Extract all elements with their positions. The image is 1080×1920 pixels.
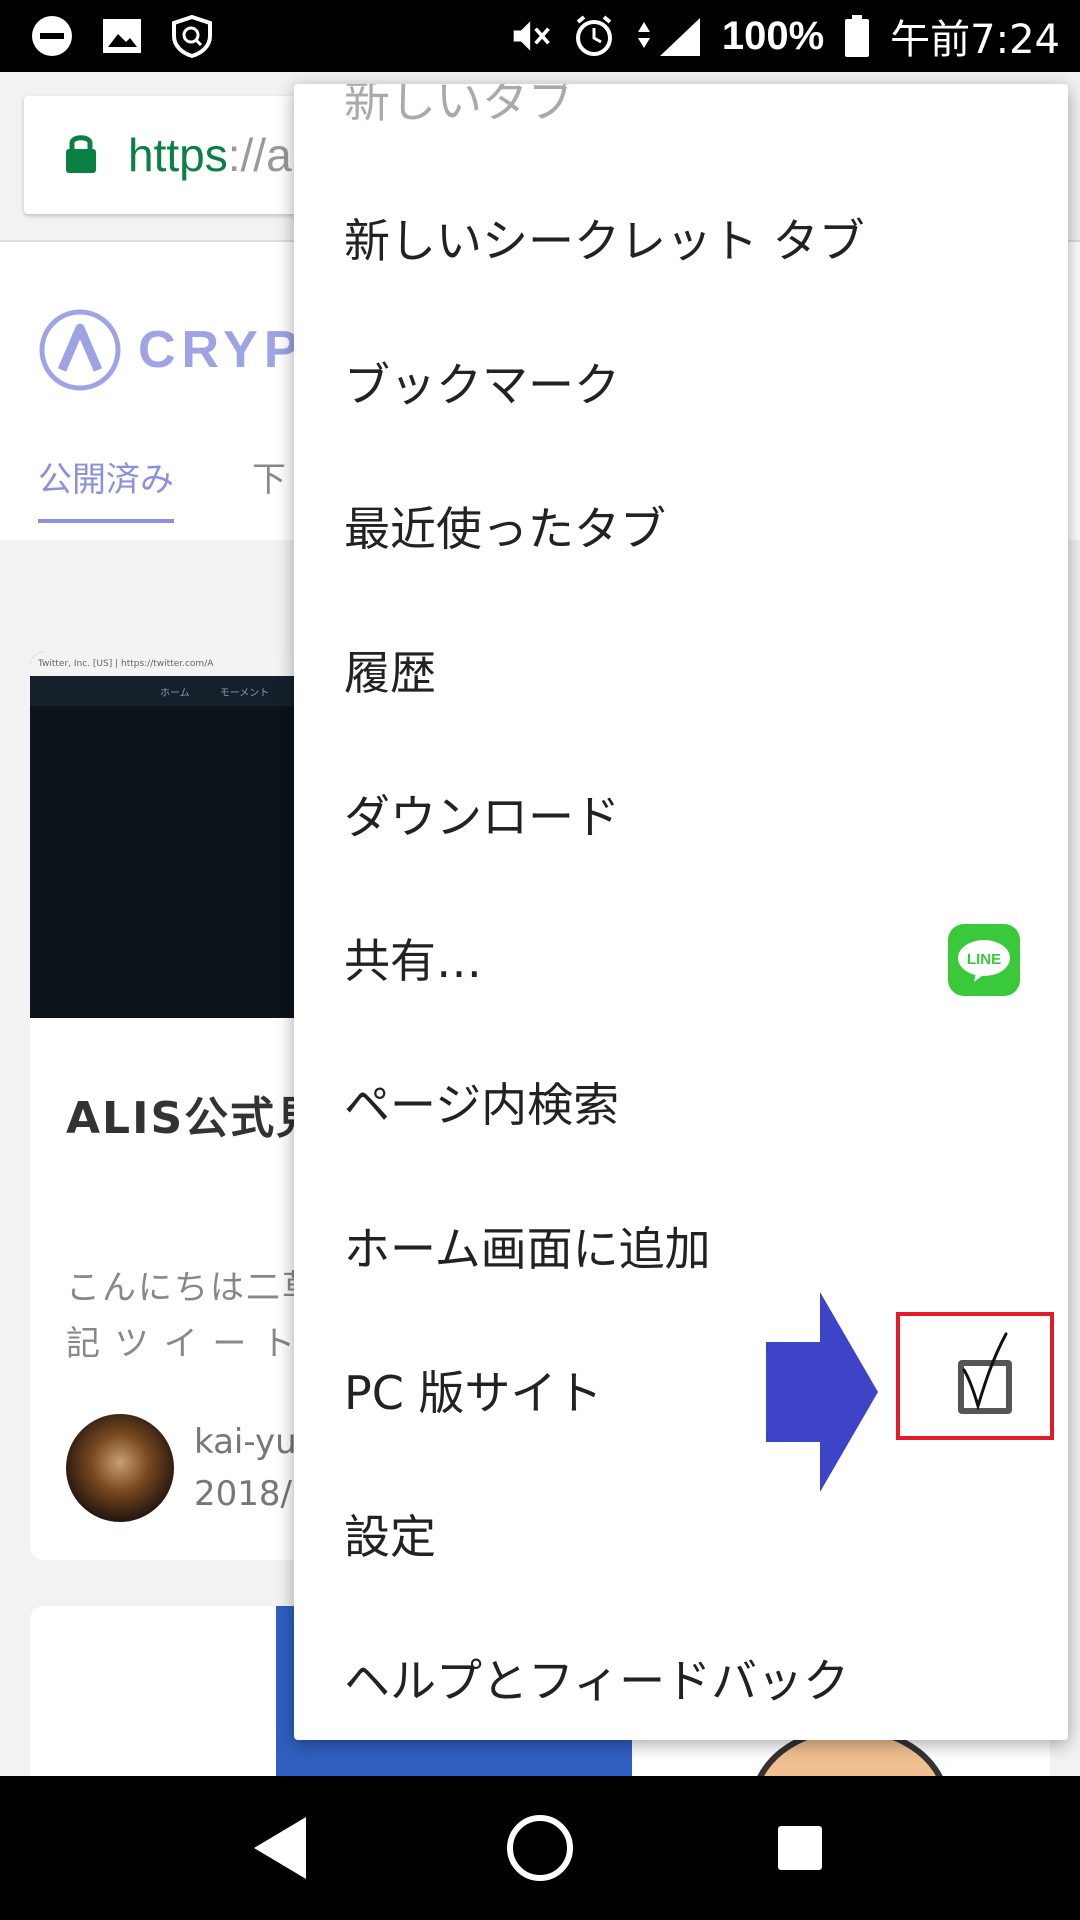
recents-button[interactable] [750,1798,850,1898]
menu-item-label: ダウンロード [344,790,620,844]
svg-text:LINE: LINE [967,951,1001,968]
url-text: https://a [128,129,292,181]
menu-item-settings[interactable]: 設定 [294,1462,1068,1606]
line-app-icon[interactable]: LINE [948,924,1020,996]
site-logo[interactable]: CRYP [38,308,305,392]
shield-icon [170,14,214,58]
menu-item-help-feedback[interactable]: ヘルプとフィードバック [294,1606,1068,1740]
excerpt-line: 記 ツ イ ー ト [66,1324,298,1364]
recents-icon [778,1826,822,1870]
menu-item-new-tab[interactable]: 新しいタブ [294,84,1068,170]
menu-item-label: 設定 [344,1510,436,1564]
do-not-disturb-icon [30,14,74,58]
menu-item-label: 最近使ったタブ [344,502,666,556]
excerpt-line: こんにちは二草 [66,1268,318,1308]
menu-item-label: 履歴 [344,646,436,700]
article-excerpt: こんにちは二草 記 ツ イ ー ト [66,1260,318,1372]
alarm-icon [572,14,616,58]
menu-item-label: PC 版サイト [344,1366,603,1420]
lock-icon [64,131,98,179]
thumb-bar-text: Twitter, Inc. [US] | https://twitter.com… [38,659,214,669]
menu-item-share[interactable]: 共有… LINE [294,886,1068,1030]
article-author: kai-yun 2018/0 [66,1414,318,1522]
menu-item-downloads[interactable]: ダウンロード [294,742,1068,886]
mute-icon [510,14,554,58]
menu-item-label: ホーム画面に追加 [344,1222,711,1276]
annotation-arrow-icon [766,1292,878,1492]
menu-item-label: ヘルプとフィードバック [344,1654,850,1708]
tab-published[interactable]: 公開済み [38,452,174,523]
thumb-nav-moments: モーメント [219,687,270,699]
battery-icon [842,14,872,58]
menu-item-label: ブックマーク [344,358,620,412]
status-left [30,14,214,58]
menu-item-history[interactable]: 履歴 [294,598,1068,742]
logo-text: CRYP [138,321,305,379]
menu-item-label: 新しいタブ [344,84,574,128]
tab-draft[interactable]: 下 [252,452,286,523]
avatar[interactable] [66,1414,174,1522]
overflow-menu: 新しいタブ 新しいシークレット タブ ブックマーク 最近使ったタブ 履歴 ダウン… [294,84,1068,1740]
status-right: 100% 午前7:24 [510,7,1060,65]
back-button[interactable] [230,1798,330,1898]
article-title: ALIS公式見 [66,1093,323,1144]
menu-item-label: 共有… [344,934,482,988]
image-icon [100,14,144,58]
home-button[interactable] [490,1798,590,1898]
menu-item-label: ページ内検索 [344,1078,620,1132]
home-icon [507,1815,573,1881]
menu-item-label: 新しいシークレット タブ [344,214,865,268]
clock-time: 午前7:24 [890,17,1060,63]
menu-item-add-to-home[interactable]: ホーム画面に追加 [294,1174,1068,1318]
battery-percent: 100% [721,13,825,58]
logo-icon [39,309,121,391]
article-tabs: 公開済み 下 [38,452,286,523]
system-nav-bar [0,1776,1080,1920]
menu-item-new-incognito-tab[interactable]: 新しいシークレット タブ [294,166,1068,310]
menu-item-bookmarks[interactable]: ブックマーク [294,310,1068,454]
thumb-nav-home: ホーム [160,687,190,699]
back-icon [254,1817,306,1879]
signal-icon [634,14,704,58]
status-bar: 100% 午前7:24 [0,0,1080,72]
handwritten-check-icon [962,1332,1008,1410]
menu-item-find-in-page[interactable]: ページ内検索 [294,1030,1068,1174]
menu-item-recent-tabs[interactable]: 最近使ったタブ [294,454,1068,598]
